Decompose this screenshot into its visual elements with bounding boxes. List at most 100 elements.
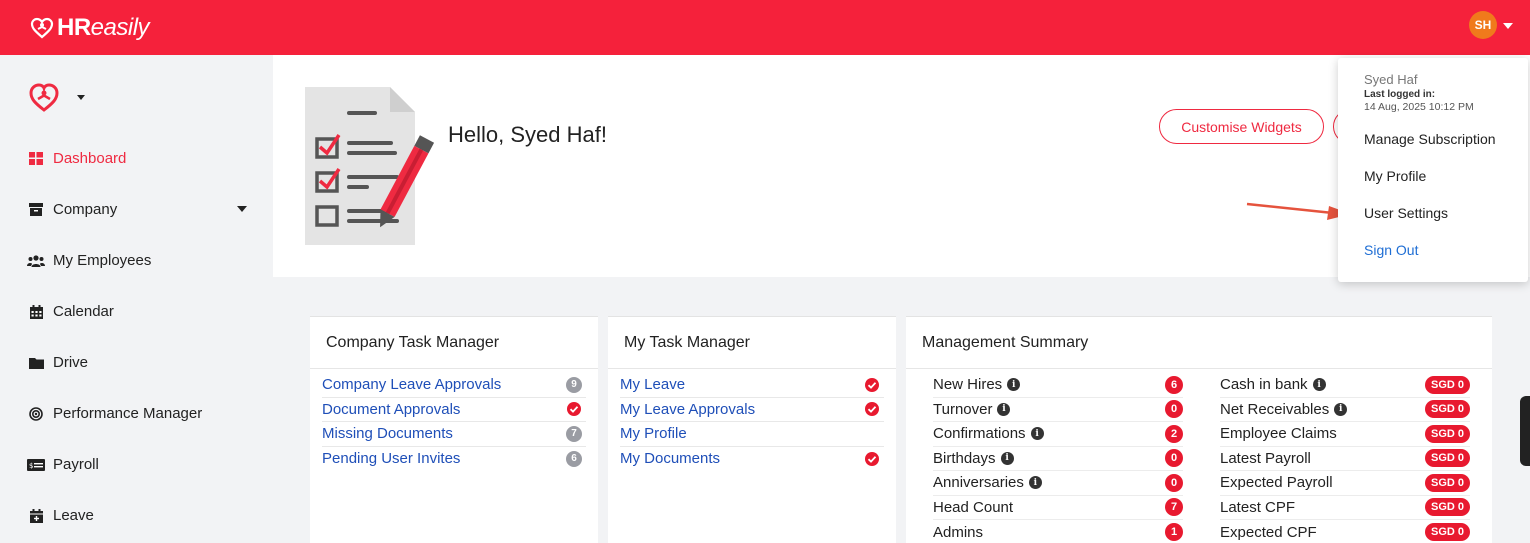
my-leave-link[interactable]: My Leave	[620, 376, 685, 393]
user-menu-dropdown: Syed Haf Last logged in: 14 Aug, 2025 10…	[1338, 58, 1528, 282]
summary-left-column: New Hires i 6 Turnover i 0 Confirmations i 2 B…	[933, 373, 1183, 543]
summary-right-column: Cash in bank i SGD 0 Net Receivables i SGD 0…	[1220, 373, 1470, 543]
last-logged-label: Last logged in:	[1364, 89, 1436, 100]
amount-badge[interactable]: SGD 0	[1424, 523, 1470, 542]
sidebar-item-payroll[interactable]: $ Payroll	[27, 456, 247, 473]
summary-row: Head Count 7	[933, 496, 1183, 520]
logo-heart-icon	[30, 17, 54, 39]
expected-payroll-label: Expected Payroll	[1220, 474, 1333, 492]
confirmations-label: Confirmations	[933, 425, 1026, 443]
info-icon[interactable]: i	[1030, 427, 1044, 441]
employee-claims-label: Employee Claims	[1220, 425, 1337, 443]
sidebar-item-company[interactable]: Company	[27, 201, 247, 218]
sidebar-item-label: Dashboard	[53, 150, 127, 167]
count-badge[interactable]: 2	[1165, 424, 1183, 443]
amount-badge[interactable]: SGD 0	[1424, 449, 1470, 468]
info-icon[interactable]: i	[997, 402, 1011, 416]
calendar-icon	[27, 304, 45, 320]
sidebar-item-performance-manager[interactable]: Performance Manager	[27, 405, 247, 422]
my-leave-approvals-link[interactable]: My Leave Approvals	[620, 401, 755, 418]
my-documents-link[interactable]: My Documents	[620, 450, 720, 467]
summary-row: Latest CPF SGD 0	[1220, 496, 1470, 520]
pending-user-invites-link[interactable]: Pending User Invites	[322, 450, 460, 467]
amount-badge[interactable]: SGD 0	[1424, 498, 1470, 517]
count-badge[interactable]: 0	[1165, 449, 1183, 468]
company-leave-approvals-link[interactable]: Company Leave Approvals	[322, 376, 501, 393]
amount-badge[interactable]: SGD 0	[1424, 473, 1470, 492]
management-summary-card: Management Summary New Hires i 6 Turnover i…	[906, 316, 1492, 543]
my-profile-link[interactable]: My Profile	[620, 425, 687, 442]
menu-item-sign-out[interactable]: Sign Out	[1364, 242, 1418, 258]
list-item: Company Leave Approvals 9	[322, 373, 586, 398]
turnover-label: Turnover	[933, 400, 993, 418]
document-approvals-link[interactable]: Document Approvals	[322, 401, 460, 418]
hreasily-logo[interactable]: HReasily	[30, 14, 150, 42]
check-circle-icon	[567, 402, 581, 417]
caret-down-icon[interactable]	[1503, 23, 1513, 29]
list-item: My Leave Approvals	[620, 398, 884, 422]
info-icon[interactable]: i	[1000, 451, 1014, 465]
sidebar-item-dashboard[interactable]: Dashboard	[27, 150, 247, 167]
sidebar-item-label: Company	[53, 201, 118, 218]
list-item: My Documents	[620, 447, 884, 472]
company-switcher[interactable]	[27, 80, 85, 114]
list-item: My Leave	[620, 373, 884, 398]
count-badge[interactable]: 7	[1165, 498, 1183, 517]
sidebar-item-calendar[interactable]: Calendar	[27, 303, 247, 320]
latest-payroll-label: Latest Payroll	[1220, 449, 1311, 467]
checklist-illustration-icon	[305, 87, 435, 245]
new-hires-label: New Hires	[933, 376, 1003, 394]
menu-item-manage-subscription[interactable]: Manage Subscription	[1364, 131, 1496, 147]
menu-item-user-settings[interactable]: User Settings	[1364, 205, 1448, 221]
anniversaries-label: Anniversaries	[933, 474, 1024, 492]
birthdays-label: Birthdays	[933, 449, 996, 467]
info-icon[interactable]: i	[1312, 378, 1326, 392]
customise-widgets-button[interactable]: Customise Widgets	[1159, 109, 1324, 144]
info-icon[interactable]: i	[1334, 402, 1348, 416]
list-item: My Profile	[620, 422, 884, 447]
sidebar-item-drive[interactable]: Drive	[27, 354, 247, 371]
count-badge[interactable]: 0	[1165, 400, 1183, 419]
check-circle-icon	[865, 402, 879, 417]
summary-row: Net Receivables i SGD 0	[1220, 398, 1470, 422]
target-icon	[27, 406, 45, 422]
list-item: Document Approvals	[322, 398, 586, 422]
expected-cpf-label: Expected CPF	[1220, 523, 1317, 541]
summary-row: Anniversaries i 0	[933, 471, 1183, 496]
money-icon: $	[27, 457, 45, 473]
count-badge: 6	[566, 450, 582, 467]
summary-row: Latest Payroll SGD 0	[1220, 447, 1470, 471]
chevron-down-icon	[237, 206, 247, 212]
top-bar: HReasily SH	[0, 0, 1530, 55]
calendar-plus-icon	[27, 508, 45, 524]
sidebar-item-leave[interactable]: Leave	[27, 507, 247, 524]
last-logged-time: 14 Aug, 2025 10:12 PM	[1364, 101, 1474, 113]
menu-item-my-profile[interactable]: My Profile	[1364, 168, 1426, 184]
amount-badge[interactable]: SGD 0	[1424, 400, 1470, 419]
summary-row: Admins 1	[933, 520, 1183, 543]
amount-badge[interactable]: SGD 0	[1424, 375, 1470, 394]
summary-row: Birthdays i 0	[933, 447, 1183, 471]
card-title: Management Summary	[906, 317, 1492, 369]
count-badge[interactable]: 0	[1165, 473, 1183, 492]
count-badge[interactable]: 6	[1165, 375, 1183, 394]
summary-row: Confirmations i 2	[933, 422, 1183, 447]
my-task-manager-card: My Task Manager My Leave My Leave Approv…	[608, 316, 896, 543]
check-circle-icon	[865, 451, 879, 466]
user-avatar[interactable]: SH	[1469, 11, 1497, 39]
head-count-label: Head Count	[933, 498, 1014, 516]
sidebar-item-label: My Employees	[53, 252, 152, 269]
missing-documents-link[interactable]: Missing Documents	[322, 425, 453, 442]
check-circle-icon	[865, 377, 879, 392]
sidebar-item-my-employees[interactable]: My Employees	[27, 252, 247, 269]
info-icon[interactable]: i	[1007, 378, 1021, 392]
summary-row: Cash in bank i SGD 0	[1220, 373, 1470, 398]
count-badge[interactable]: 1	[1165, 523, 1183, 542]
info-icon[interactable]: i	[1028, 476, 1042, 490]
sidebar-item-label: Payroll	[53, 456, 99, 473]
cash-in-bank-label: Cash in bank	[1220, 376, 1308, 394]
card-title: Company Task Manager	[310, 317, 598, 369]
logo-text: HReasily	[57, 14, 150, 41]
sidebar-item-label: Calendar	[53, 303, 114, 320]
amount-badge[interactable]: SGD 0	[1424, 424, 1470, 443]
